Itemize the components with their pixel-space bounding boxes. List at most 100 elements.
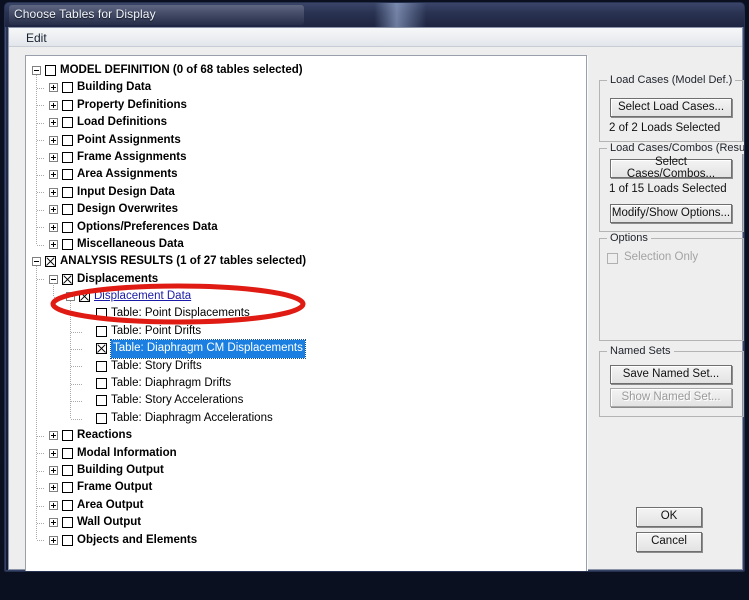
tree-node[interactable]: Objects and Elements — [26, 532, 586, 549]
tree-node[interactable]: Table: Point Drifts — [26, 323, 586, 340]
tree-node[interactable]: Input Design Data — [26, 184, 586, 201]
tree-node[interactable]: ANALYSIS RESULTS (1 of 27 tables selecte… — [26, 253, 586, 270]
expand-plus-icon[interactable] — [49, 239, 58, 249]
tree-node[interactable]: Property Definitions — [26, 97, 586, 114]
checkbox-unchecked[interactable] — [62, 99, 73, 111]
checkbox-unchecked[interactable] — [62, 447, 73, 459]
tree-node[interactable]: Displacements — [26, 271, 586, 288]
expand-plus-icon[interactable] — [49, 83, 58, 93]
tree-node[interactable]: Table: Diaphragm CM Displacements — [26, 339, 586, 359]
checkbox-unchecked[interactable] — [62, 151, 73, 163]
checkbox-unchecked[interactable] — [96, 308, 107, 320]
expand-plus-icon[interactable] — [49, 465, 58, 475]
expand-plus-icon[interactable] — [49, 535, 58, 545]
checkbox-unchecked[interactable] — [62, 186, 73, 198]
title-bar[interactable]: Choose Tables for Display — [5, 3, 744, 27]
expand-plus-icon[interactable] — [49, 152, 58, 162]
expand-plus-icon[interactable] — [49, 187, 58, 197]
load-cases-status-text: 2 of 2 Loads Selected — [609, 122, 721, 134]
checkbox-unchecked[interactable] — [62, 430, 73, 442]
tables-tree-panel[interactable]: MODEL DEFINITION (0 of 68 tables selecte… — [25, 55, 587, 571]
tree-node-label: ANALYSIS RESULTS (1 of 27 tables selecte… — [60, 255, 307, 268]
tree-node[interactable]: Area Assignments — [26, 166, 586, 183]
tree-node[interactable]: Reactions — [26, 427, 586, 444]
tree-node-label: Load Definitions — [77, 116, 168, 129]
tree-node[interactable]: Displacement Data — [26, 288, 586, 305]
tree-node[interactable]: Table: Story Drifts — [26, 358, 586, 375]
save-named-set-button[interactable]: Save Named Set... — [610, 365, 732, 384]
tree-connector-line — [37, 453, 44, 455]
tree-node-label: Building Output — [77, 463, 164, 476]
tree-node[interactable]: Load Definitions — [26, 114, 586, 131]
checkbox-checked[interactable] — [45, 256, 56, 268]
cancel-button[interactable]: Cancel — [636, 532, 702, 552]
tree-node[interactable]: Table: Point Displacements — [26, 305, 586, 322]
tree-connector-line — [37, 192, 44, 194]
checkbox-unchecked[interactable] — [62, 221, 73, 233]
checkbox-checked[interactable] — [79, 291, 90, 303]
tree-node[interactable]: Area Output — [26, 497, 586, 514]
tree-connector-line — [37, 227, 44, 229]
group-legend-named-sets: Named Sets — [607, 345, 674, 357]
tree-node[interactable]: Options/Preferences Data — [26, 219, 586, 236]
checkbox-unchecked[interactable] — [62, 82, 73, 94]
tree-node-label: Objects and Elements — [77, 533, 198, 546]
tree-connector-line — [36, 74, 37, 245]
checkbox-unchecked[interactable] — [62, 517, 73, 529]
tree-node[interactable]: Frame Assignments — [26, 149, 586, 166]
select-load-cases-button[interactable]: Select Load Cases... — [610, 98, 732, 117]
menu-bar: Edit — [9, 28, 742, 47]
tree-node[interactable]: Frame Output — [26, 479, 586, 496]
checkbox-unchecked[interactable] — [62, 117, 73, 129]
expand-plus-icon[interactable] — [49, 205, 58, 215]
tree-node[interactable]: MODEL DEFINITION (0 of 68 tables selecte… — [26, 62, 586, 79]
tree-node[interactable]: Point Assignments — [26, 132, 586, 149]
dialog-client-area: Edit MODEL DEFINITION (0 of 68 tables se… — [8, 27, 744, 571]
tree-node[interactable]: Table: Diaphragm Accelerations — [26, 410, 586, 427]
checkbox-checked[interactable] — [96, 343, 107, 355]
checkbox-unchecked[interactable] — [96, 360, 107, 372]
tree-node-label: Displacements — [77, 272, 159, 285]
tree-node[interactable]: Miscellaneous Data — [26, 236, 586, 253]
checkbox-unchecked[interactable] — [62, 534, 73, 546]
expand-plus-icon[interactable] — [49, 100, 58, 110]
checkbox-unchecked[interactable] — [96, 378, 107, 390]
tree-node[interactable]: Table: Diaphragm Drifts — [26, 375, 586, 392]
checkbox-unchecked[interactable] — [96, 412, 107, 424]
expand-plus-icon[interactable] — [49, 448, 58, 458]
expand-plus-icon[interactable] — [49, 500, 58, 510]
checkbox-unchecked[interactable] — [96, 325, 107, 337]
checkbox-unchecked[interactable] — [62, 134, 73, 146]
checkbox-unchecked[interactable] — [62, 204, 73, 216]
tree-node[interactable]: Modal Information — [26, 445, 586, 462]
menu-item-edit[interactable]: Edit — [21, 30, 52, 46]
tree-node-label: Table: Diaphragm Accelerations — [111, 411, 273, 424]
select-cases-combos-button[interactable]: Select Cases/Combos... — [610, 156, 732, 179]
ok-button[interactable]: OK — [636, 507, 702, 527]
checkbox-unchecked[interactable] — [62, 464, 73, 476]
modify-show-options-button[interactable]: Modify/Show Options... — [610, 204, 732, 223]
tree-node[interactable]: Design Overwrites — [26, 201, 586, 218]
tree-node[interactable]: Table: Story Accelerations — [26, 392, 586, 409]
tables-tree[interactable]: MODEL DEFINITION (0 of 68 tables selecte… — [26, 56, 586, 549]
tree-connector-line — [37, 140, 44, 142]
tree-connector-line — [37, 209, 44, 211]
expand-plus-icon[interactable] — [49, 518, 58, 528]
expand-plus-icon[interactable] — [49, 222, 58, 232]
checkbox-unchecked[interactable] — [62, 169, 73, 181]
tree-node[interactable]: Building Data — [26, 79, 586, 96]
checkbox-unchecked[interactable] — [96, 395, 107, 407]
tree-node[interactable]: Building Output — [26, 462, 586, 479]
expand-plus-icon[interactable] — [49, 135, 58, 145]
expand-plus-icon[interactable] — [49, 170, 58, 180]
expand-plus-icon[interactable] — [49, 431, 58, 441]
tree-node[interactable]: Wall Output — [26, 514, 586, 531]
checkbox-checked[interactable] — [62, 273, 73, 285]
checkbox-unchecked[interactable] — [62, 482, 73, 494]
expand-plus-icon[interactable] — [49, 118, 58, 128]
expand-plus-icon[interactable] — [49, 483, 58, 493]
tree-connector-line — [71, 348, 82, 350]
checkbox-unchecked[interactable] — [45, 65, 56, 76]
checkbox-unchecked[interactable] — [62, 499, 73, 511]
checkbox-unchecked[interactable] — [62, 238, 73, 250]
